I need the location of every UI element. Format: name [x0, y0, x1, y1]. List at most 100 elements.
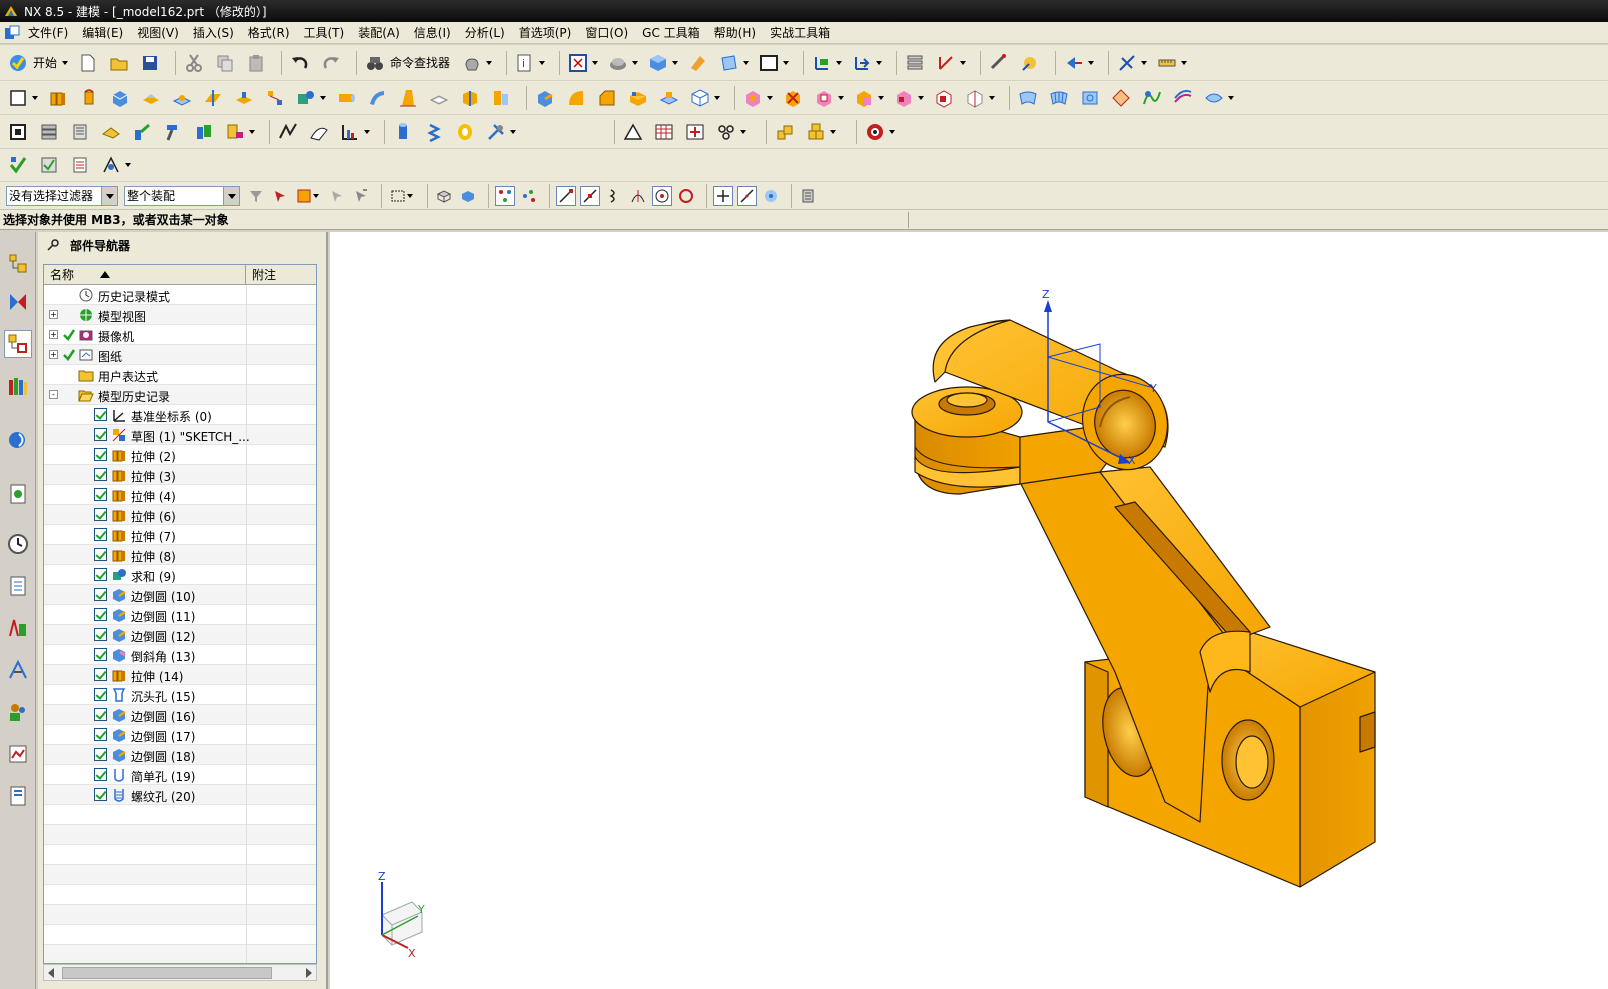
- curve-tool-icon[interactable]: [276, 120, 300, 144]
- tree-node[interactable]: 边倒圆 (16): [44, 705, 316, 725]
- scroll-right-arrow-icon[interactable]: [306, 968, 312, 978]
- add-component-icon[interactable]: [37, 120, 61, 144]
- suppress-checkbox[interactable]: [94, 668, 107, 681]
- n-sided-surface-icon[interactable]: [1109, 86, 1133, 110]
- hammer-icon[interactable]: [161, 120, 185, 144]
- pattern-dropdown[interactable]: [767, 95, 775, 101]
- through-curves-icon[interactable]: [1047, 86, 1071, 110]
- start-button[interactable]: 开始: [33, 54, 57, 71]
- type-filter-select[interactable]: 没有选择过滤器: [6, 185, 118, 206]
- background-icon[interactable]: [757, 51, 781, 75]
- curve-analysis-dropdown[interactable]: [364, 129, 372, 135]
- mirror-dropdown[interactable]: [714, 95, 722, 101]
- menu-insert[interactable]: 插入(S): [193, 24, 234, 41]
- info-dropdown[interactable]: [539, 60, 547, 66]
- dimension-dropdown[interactable]: [1141, 60, 1149, 66]
- suppress-checkbox[interactable]: [94, 508, 107, 521]
- tree-node[interactable]: 简单孔 (19): [44, 765, 316, 785]
- extrude-icon[interactable]: [46, 86, 70, 110]
- reference-set-icon[interactable]: [68, 120, 92, 144]
- tree-node[interactable]: 边倒圆 (10): [44, 585, 316, 605]
- tree-node[interactable]: + 图纸: [44, 345, 316, 365]
- suppress-checkbox[interactable]: [94, 468, 107, 481]
- cylinder-part-icon[interactable]: [391, 120, 415, 144]
- save-icon[interactable]: [138, 51, 162, 75]
- stack-parts-2-icon[interactable]: [804, 120, 828, 144]
- tree-node[interactable]: 边倒圆 (18): [44, 745, 316, 765]
- expand-icon[interactable]: +: [49, 310, 58, 319]
- menu-practical-toolkit[interactable]: 实战工具箱: [770, 24, 830, 41]
- pattern-feature-icon[interactable]: [741, 86, 765, 110]
- suppress-checkbox[interactable]: [94, 768, 107, 781]
- wheel-dropdown[interactable]: [889, 129, 897, 135]
- snap-midpoint-icon[interactable]: [580, 185, 600, 206]
- tree-node[interactable]: 螺纹孔 (20): [44, 785, 316, 805]
- paste-icon[interactable]: [244, 51, 268, 75]
- constraint-navigator-tab[interactable]: [4, 288, 32, 316]
- filter-settings-icon[interactable]: [246, 186, 266, 206]
- datum-plane-icon[interactable]: [201, 86, 225, 110]
- tree-node[interactable]: 历史记录模式: [44, 285, 316, 305]
- tree-node[interactable]: 拉伸 (6): [44, 505, 316, 525]
- gear-tool-icon[interactable]: [484, 120, 508, 144]
- binoculars-icon[interactable]: [363, 51, 387, 75]
- intersect-icon[interactable]: [852, 86, 876, 110]
- split-body-icon[interactable]: [489, 86, 513, 110]
- navigator-horizontal-scrollbar[interactable]: [43, 964, 317, 981]
- start-dropdown[interactable]: [62, 60, 70, 66]
- check-mate-icon[interactable]: [6, 153, 30, 177]
- system-scenes-tab[interactable]: [4, 740, 32, 768]
- command-finder-button[interactable]: 命令查找器: [390, 54, 450, 71]
- draft-icon[interactable]: [396, 86, 420, 110]
- bracket-part[interactable]: [911, 319, 1376, 888]
- hand-icon[interactable]: [460, 51, 484, 75]
- sew-dropdown[interactable]: [1228, 95, 1236, 101]
- boss-icon[interactable]: [170, 86, 194, 110]
- select-face-icon[interactable]: [458, 186, 478, 206]
- open-folder-icon[interactable]: [107, 51, 131, 75]
- delete-face-icon[interactable]: [963, 86, 987, 110]
- check-geometry-icon[interactable]: [37, 153, 61, 177]
- suppress-checkbox[interactable]: [94, 488, 107, 501]
- mirror-feature-icon[interactable]: [688, 86, 712, 110]
- bearing-icon[interactable]: [453, 120, 477, 144]
- ruler-icon[interactable]: [1155, 51, 1179, 75]
- fit-dropdown[interactable]: [592, 60, 600, 66]
- rendering-style-icon[interactable]: [606, 51, 630, 75]
- move-dropdown[interactable]: [876, 60, 884, 66]
- menu-analysis[interactable]: 分析(L): [465, 24, 505, 41]
- suppress-checkbox[interactable]: [94, 728, 107, 741]
- wcs-dropdown[interactable]: [836, 60, 844, 66]
- hole-icon[interactable]: [626, 86, 650, 110]
- snap-grid-icon[interactable]: [519, 186, 539, 206]
- layer-settings-icon[interactable]: [903, 51, 927, 75]
- scroll-left-arrow-icon[interactable]: [48, 968, 54, 978]
- dimension-icon[interactable]: [1115, 51, 1139, 75]
- snap-point-on-face-icon[interactable]: [761, 186, 781, 206]
- suppress-checkbox[interactable]: [94, 688, 107, 701]
- mate-icon[interactable]: [130, 120, 154, 144]
- hand-dropdown[interactable]: [486, 60, 494, 66]
- tree-node[interactable]: 倒斜角 (13): [44, 645, 316, 665]
- menu-help[interactable]: 帮助(H): [714, 24, 756, 41]
- trim-body-icon[interactable]: [781, 86, 805, 110]
- thread-icon[interactable]: [657, 86, 681, 110]
- fit-view-icon[interactable]: [566, 51, 590, 75]
- linked-dropdown[interactable]: [740, 129, 748, 135]
- tree-node[interactable]: 拉伸 (2): [44, 445, 316, 465]
- exploded-view-icon[interactable]: [223, 120, 247, 144]
- suppress-checkbox[interactable]: [94, 408, 107, 421]
- component-array-icon[interactable]: [192, 120, 216, 144]
- menu-gc-toolkit[interactable]: GC 工具箱: [642, 24, 700, 41]
- assembly-navigator-tab[interactable]: [4, 250, 32, 278]
- system-materials-tab[interactable]: [4, 572, 32, 600]
- menu-information[interactable]: 信息(I): [414, 24, 451, 41]
- suppress-checkbox[interactable]: [94, 608, 107, 621]
- chevron-down-icon[interactable]: [223, 186, 239, 205]
- print-tab[interactable]: [4, 782, 32, 810]
- suppress-checkbox[interactable]: [94, 568, 107, 581]
- face-blend-icon[interactable]: [564, 86, 588, 110]
- copy-icon[interactable]: [213, 51, 237, 75]
- menu-preferences[interactable]: 首选项(P): [519, 24, 572, 41]
- sketch-icon[interactable]: [6, 86, 30, 110]
